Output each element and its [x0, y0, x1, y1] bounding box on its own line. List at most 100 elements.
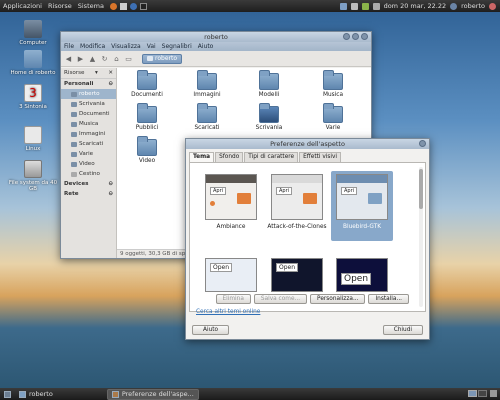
sidebar-item-cestino[interactable]: Cestino	[61, 169, 116, 179]
volume-icon[interactable]	[372, 2, 380, 10]
folder-item[interactable]: Musica	[303, 70, 363, 98]
workspace-switcher[interactable]	[468, 390, 497, 397]
appearance-icon	[111, 390, 119, 398]
back-icon[interactable]: ◀	[64, 54, 73, 63]
sidebar-item-scrivania[interactable]: Scrivania	[61, 99, 116, 109]
computer-toolbar-icon[interactable]: ▭	[124, 54, 133, 63]
user-name[interactable]: roberto	[461, 2, 485, 10]
sidebar-item-varie[interactable]: Varie	[61, 149, 116, 159]
delete-button[interactable]: Elimina	[215, 294, 251, 304]
theme-ambiance[interactable]: Apri Ambiance	[200, 171, 262, 241]
folder-item[interactable]: Documenti	[117, 70, 177, 98]
browser-icon[interactable]	[109, 2, 117, 10]
desktop-icon-linux[interactable]: Linux	[5, 126, 61, 152]
desktop-icon-home[interactable]: Home di roberto	[5, 50, 61, 76]
sidebar-item-video[interactable]: Video	[61, 159, 116, 169]
reload-icon[interactable]: ↻	[100, 54, 109, 63]
dialog-titlebar[interactable]: Preferenze dell'aspetto	[186, 139, 429, 149]
workspace-1[interactable]	[468, 390, 477, 397]
menu-go[interactable]: Vai	[144, 43, 159, 50]
show-desktop-button[interactable]	[0, 389, 15, 400]
home-folder-icon	[24, 50, 42, 68]
folder-item[interactable]: Scaricati	[177, 103, 237, 131]
theme-bluebird-gtk[interactable]: Apri Bluebird-GTK	[331, 171, 393, 241]
folder-icon	[19, 390, 26, 398]
folder-item[interactable]: Scrivania	[239, 103, 299, 131]
collapse-icon[interactable]: ⊖	[108, 81, 113, 87]
close-sidebar-icon[interactable]: ✕	[108, 70, 113, 76]
clock[interactable]: dom 20 mar, 22.22	[384, 2, 447, 10]
scrollbar[interactable]	[419, 167, 423, 307]
theme-preview-row2[interactable]: Open	[266, 255, 328, 295]
collapse-icon[interactable]: ⊖	[108, 191, 113, 197]
tab-background[interactable]: Sfondo	[215, 152, 244, 162]
save-as-button[interactable]: Salva come...	[253, 294, 308, 304]
customize-button[interactable]: Personalizza...	[310, 294, 366, 304]
sidebar-item-musica[interactable]: Musica	[61, 119, 116, 129]
folder-item[interactable]: Video	[117, 136, 177, 164]
home-icon[interactable]: ⌂	[112, 54, 121, 63]
workspace-2[interactable]	[478, 390, 487, 397]
maximize-button[interactable]	[352, 33, 359, 40]
network-icon[interactable]	[339, 2, 347, 10]
file-manager-titlebar[interactable]: roberto	[61, 32, 371, 42]
launcher-icons[interactable]	[107, 2, 150, 10]
minimize-button[interactable]	[343, 33, 350, 40]
tab-visual-effects[interactable]: Effetti visivi	[299, 152, 342, 162]
mail-indicator-icon[interactable]	[350, 2, 358, 10]
help-button[interactable]: Aiuto	[192, 325, 230, 335]
close-dialog-button[interactable]: Chiudi	[382, 325, 423, 335]
home-crumb-icon	[147, 56, 153, 61]
folder-icon	[137, 70, 157, 90]
breadcrumb[interactable]: roberto	[142, 53, 182, 64]
up-icon[interactable]: ▲	[88, 54, 97, 63]
menu-applications[interactable]: Applicazioni	[0, 0, 45, 12]
folder-item[interactable]: Modelli	[239, 70, 299, 98]
theme-attack-of-the-clones[interactable]: Apri Attack-of-the-Clones	[266, 171, 328, 241]
taskbar-item-file-manager[interactable]: roberto	[15, 389, 57, 400]
sidebar-item-immagini[interactable]: Immagini	[61, 129, 116, 139]
videos-folder-icon	[137, 136, 157, 156]
folder-item[interactable]: Immagini	[177, 70, 237, 98]
menu-places[interactable]: Risorse	[45, 0, 75, 12]
sidebar-item-roberto[interactable]: roberto	[61, 89, 116, 99]
menu-view[interactable]: Visualizza	[108, 43, 144, 50]
desktop-icon-computer[interactable]: Computer	[5, 20, 61, 46]
folder-item[interactable]: Varie	[303, 103, 363, 131]
theme-preview: Apri	[271, 174, 323, 220]
sidebar-location-dropdown[interactable]: Risorse ▾ ✕	[61, 68, 116, 79]
taskbar-item-appearance[interactable]: Preferenze dell'aspe...	[106, 388, 199, 400]
menu-bookmarks[interactable]: Segnalibri	[159, 43, 195, 50]
menu-edit[interactable]: Modifica	[77, 43, 108, 50]
menu-file[interactable]: File	[61, 43, 77, 50]
more-themes-link[interactable]: Cerca altri temi online	[196, 309, 260, 315]
close-button[interactable]	[361, 33, 368, 40]
help-icon[interactable]	[129, 2, 137, 10]
user-icon[interactable]	[450, 2, 458, 10]
dialog-close-button[interactable]	[419, 140, 426, 147]
theme-preview-row2[interactable]: Open	[331, 255, 393, 295]
sidebar-section-devices: Devices ⊖	[64, 181, 113, 187]
tab-theme[interactable]: Tema	[189, 152, 215, 162]
menu-system[interactable]: Sistema	[75, 0, 107, 12]
terminal-icon[interactable]	[139, 2, 147, 10]
install-button[interactable]: Installa...	[368, 294, 409, 304]
tab-fonts[interactable]: Tipi di carattere	[244, 152, 299, 162]
desktop-icon-3[interactable]: 3 3 Sintonia	[5, 84, 61, 110]
battery-icon[interactable]	[361, 2, 369, 10]
menu-help[interactable]: Aiuto	[195, 43, 217, 50]
top-panel: Applicazioni Risorse Sistema dom 20 mar,…	[0, 0, 500, 12]
collapse-icon[interactable]: ⊖	[108, 181, 113, 187]
folder-icon	[71, 131, 77, 137]
theme-preview-row2[interactable]: Open	[200, 255, 262, 295]
trash-icon[interactable]	[490, 390, 497, 397]
forward-icon[interactable]: ▶	[76, 54, 85, 63]
mail-icon[interactable]	[119, 2, 127, 10]
desktop-icon-filesystem[interactable]: File system da 40 GB	[5, 160, 61, 192]
power-icon[interactable]	[489, 2, 496, 10]
theme-preview: Apri	[205, 174, 257, 220]
folder-item[interactable]: Pubblici	[117, 103, 177, 131]
sidebar-item-documenti[interactable]: Documenti	[61, 109, 116, 119]
pictures-folder-icon	[197, 70, 217, 90]
sidebar-item-scaricati[interactable]: Scaricati	[61, 139, 116, 149]
